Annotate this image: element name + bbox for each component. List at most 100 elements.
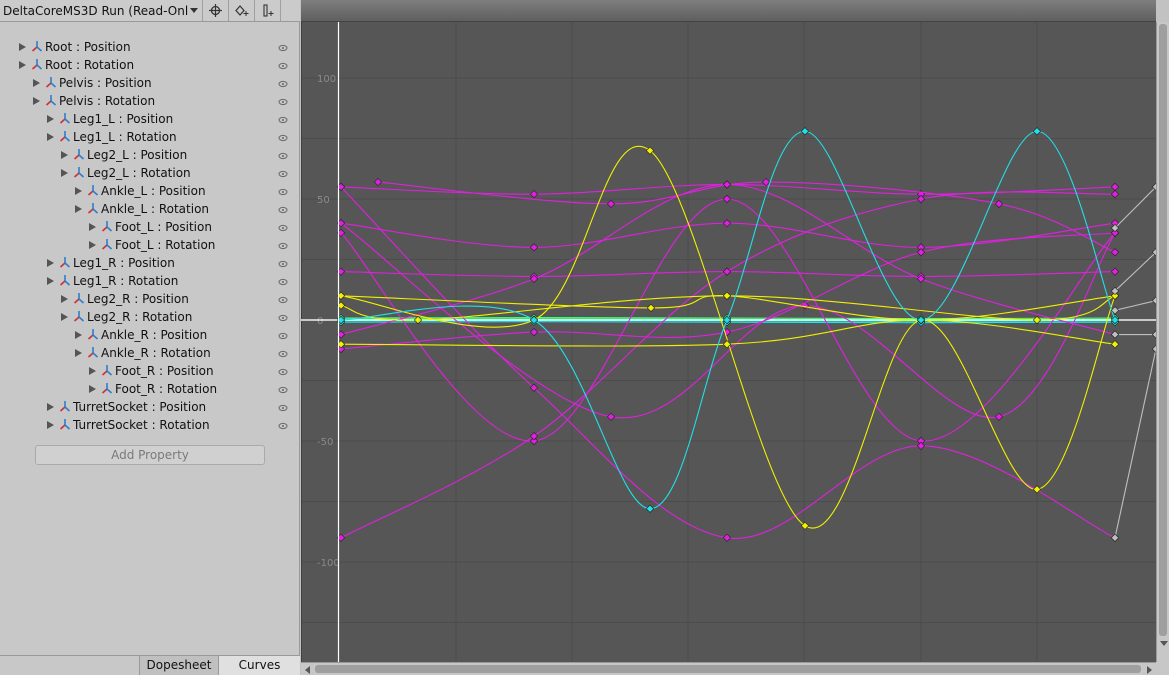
curve-post-wrap[interactable] <box>1114 186 1156 229</box>
property-row[interactable]: Leg2_L : Rotation <box>0 164 300 182</box>
foldout-arrow-icon[interactable] <box>33 79 40 87</box>
foldout-arrow-icon[interactable] <box>89 241 96 249</box>
foldout-arrow-icon[interactable] <box>19 61 26 69</box>
visibility-eye-icon[interactable] <box>278 204 288 214</box>
property-row[interactable]: TurretSocket : Rotation <box>0 416 300 434</box>
visibility-eye-icon[interactable] <box>278 150 288 160</box>
visibility-eye-icon[interactable] <box>278 168 288 178</box>
visibility-eye-icon[interactable] <box>278 276 288 286</box>
property-row[interactable]: Foot_R : Position <box>0 362 300 380</box>
keyframe[interactable] <box>1110 248 1120 257</box>
foldout-arrow-icon[interactable] <box>61 313 68 321</box>
keyframe[interactable] <box>1110 190 1120 199</box>
foldout-arrow-icon[interactable] <box>33 97 40 105</box>
visibility-eye-icon[interactable] <box>278 312 288 322</box>
scroll-down-arrow-icon[interactable] <box>1160 641 1168 646</box>
visibility-eye-icon[interactable] <box>278 60 288 70</box>
add-keyframe-target-button[interactable] <box>203 0 229 21</box>
property-row[interactable]: Root : Rotation <box>0 56 300 74</box>
keyframe[interactable] <box>722 533 732 542</box>
foldout-arrow-icon[interactable] <box>89 367 96 375</box>
visibility-eye-icon[interactable] <box>278 132 288 142</box>
property-row[interactable]: Leg2_L : Position <box>0 146 300 164</box>
property-row[interactable]: Root : Position <box>0 38 300 56</box>
visibility-eye-icon[interactable] <box>278 222 288 232</box>
keyframe[interactable] <box>646 303 656 313</box>
visibility-eye-icon[interactable] <box>278 420 288 430</box>
horizontal-scrollbar[interactable] <box>301 662 1156 675</box>
property-row[interactable]: Leg1_R : Rotation <box>0 272 300 290</box>
vertical-scrollbar[interactable] <box>1156 22 1169 662</box>
property-row[interactable]: Pelvis : Position <box>0 74 300 92</box>
keyframe[interactable] <box>916 441 926 450</box>
tab-curves[interactable]: Curves <box>219 656 300 675</box>
keyframe[interactable] <box>1110 533 1120 542</box>
visibility-eye-icon[interactable] <box>278 384 288 394</box>
keyframe[interactable] <box>606 412 616 421</box>
foldout-arrow-icon[interactable] <box>19 43 26 51</box>
visibility-eye-icon[interactable] <box>278 78 288 88</box>
curve-x[interactable] <box>340 191 1116 539</box>
foldout-arrow-icon[interactable] <box>61 151 68 159</box>
foldout-arrow-icon[interactable] <box>47 115 54 123</box>
property-row[interactable]: Leg1_R : Position <box>0 254 300 272</box>
keyframe[interactable] <box>529 432 539 441</box>
keyframe[interactable] <box>1110 267 1120 276</box>
keyframe[interactable] <box>916 248 926 257</box>
scroll-right-arrow-icon[interactable] <box>1147 666 1152 674</box>
property-row[interactable]: Ankle_L : Position <box>0 182 300 200</box>
keyframe[interactable] <box>1110 182 1120 192</box>
foldout-arrow-icon[interactable] <box>61 295 68 303</box>
property-row[interactable]: Leg2_R : Rotation <box>0 308 300 326</box>
clip-selector-dropdown[interactable]: DeltaCoreMS3D Run (Read-Only) <box>0 0 203 21</box>
curve-post-wrap[interactable] <box>1114 348 1156 538</box>
foldout-arrow-icon[interactable] <box>61 169 68 177</box>
foldout-arrow-icon[interactable] <box>75 187 82 195</box>
visibility-eye-icon[interactable] <box>278 402 288 412</box>
foldout-arrow-icon[interactable] <box>47 133 54 141</box>
keyframe[interactable] <box>722 291 732 300</box>
foldout-arrow-icon[interactable] <box>47 421 54 429</box>
property-row[interactable]: Leg1_L : Rotation <box>0 128 300 146</box>
visibility-eye-icon[interactable] <box>278 240 288 250</box>
keyframe[interactable] <box>1110 330 1120 339</box>
curve-post-wrap[interactable] <box>1114 300 1156 311</box>
visibility-eye-icon[interactable] <box>278 42 288 52</box>
keyframe[interactable] <box>373 177 383 187</box>
foldout-arrow-icon[interactable] <box>47 259 54 267</box>
keyframe[interactable] <box>1032 127 1042 136</box>
property-row[interactable]: Foot_L : Rotation <box>0 236 300 254</box>
keyframe[interactable] <box>722 219 732 228</box>
keyframe[interactable] <box>606 199 616 208</box>
keyframe[interactable] <box>994 412 1004 421</box>
add-event-button[interactable] <box>255 0 281 21</box>
property-row[interactable]: Foot_R : Rotation <box>0 380 300 398</box>
keyframe[interactable] <box>916 194 926 204</box>
keyframe[interactable] <box>994 199 1004 208</box>
visibility-eye-icon[interactable] <box>278 348 288 358</box>
add-property-button[interactable]: Add Property <box>35 445 265 465</box>
property-row[interactable]: Leg1_L : Position <box>0 110 300 128</box>
keyframe[interactable] <box>1110 340 1120 349</box>
visibility-eye-icon[interactable] <box>278 366 288 376</box>
property-row[interactable]: Leg2_R : Position <box>0 290 300 308</box>
keyframe[interactable] <box>645 504 655 513</box>
property-row[interactable]: Ankle_R : Rotation <box>0 344 300 362</box>
visibility-eye-icon[interactable] <box>278 330 288 340</box>
foldout-arrow-icon[interactable] <box>75 331 82 339</box>
keyframe[interactable] <box>800 127 810 136</box>
foldout-arrow-icon[interactable] <box>47 403 54 411</box>
visibility-eye-icon[interactable] <box>278 294 288 304</box>
curve-graph[interactable]: 100 50 0 -50 -100 <box>301 22 1156 662</box>
curve-editor-canvas[interactable]: 100 50 0 -50 -100 <box>301 22 1156 662</box>
property-row[interactable]: Pelvis : Rotation <box>0 92 300 110</box>
foldout-arrow-icon[interactable] <box>89 223 96 231</box>
keyframe[interactable] <box>722 180 732 189</box>
curve-post-wrap[interactable] <box>1114 251 1156 292</box>
add-keyframe-button[interactable] <box>229 0 255 21</box>
property-row[interactable]: Foot_L : Position <box>0 218 300 236</box>
keyframe[interactable] <box>722 267 732 276</box>
property-row[interactable]: Ankle_L : Rotation <box>0 200 300 218</box>
property-row[interactable]: TurretSocket : Position <box>0 398 300 416</box>
keyframe[interactable] <box>761 177 771 187</box>
